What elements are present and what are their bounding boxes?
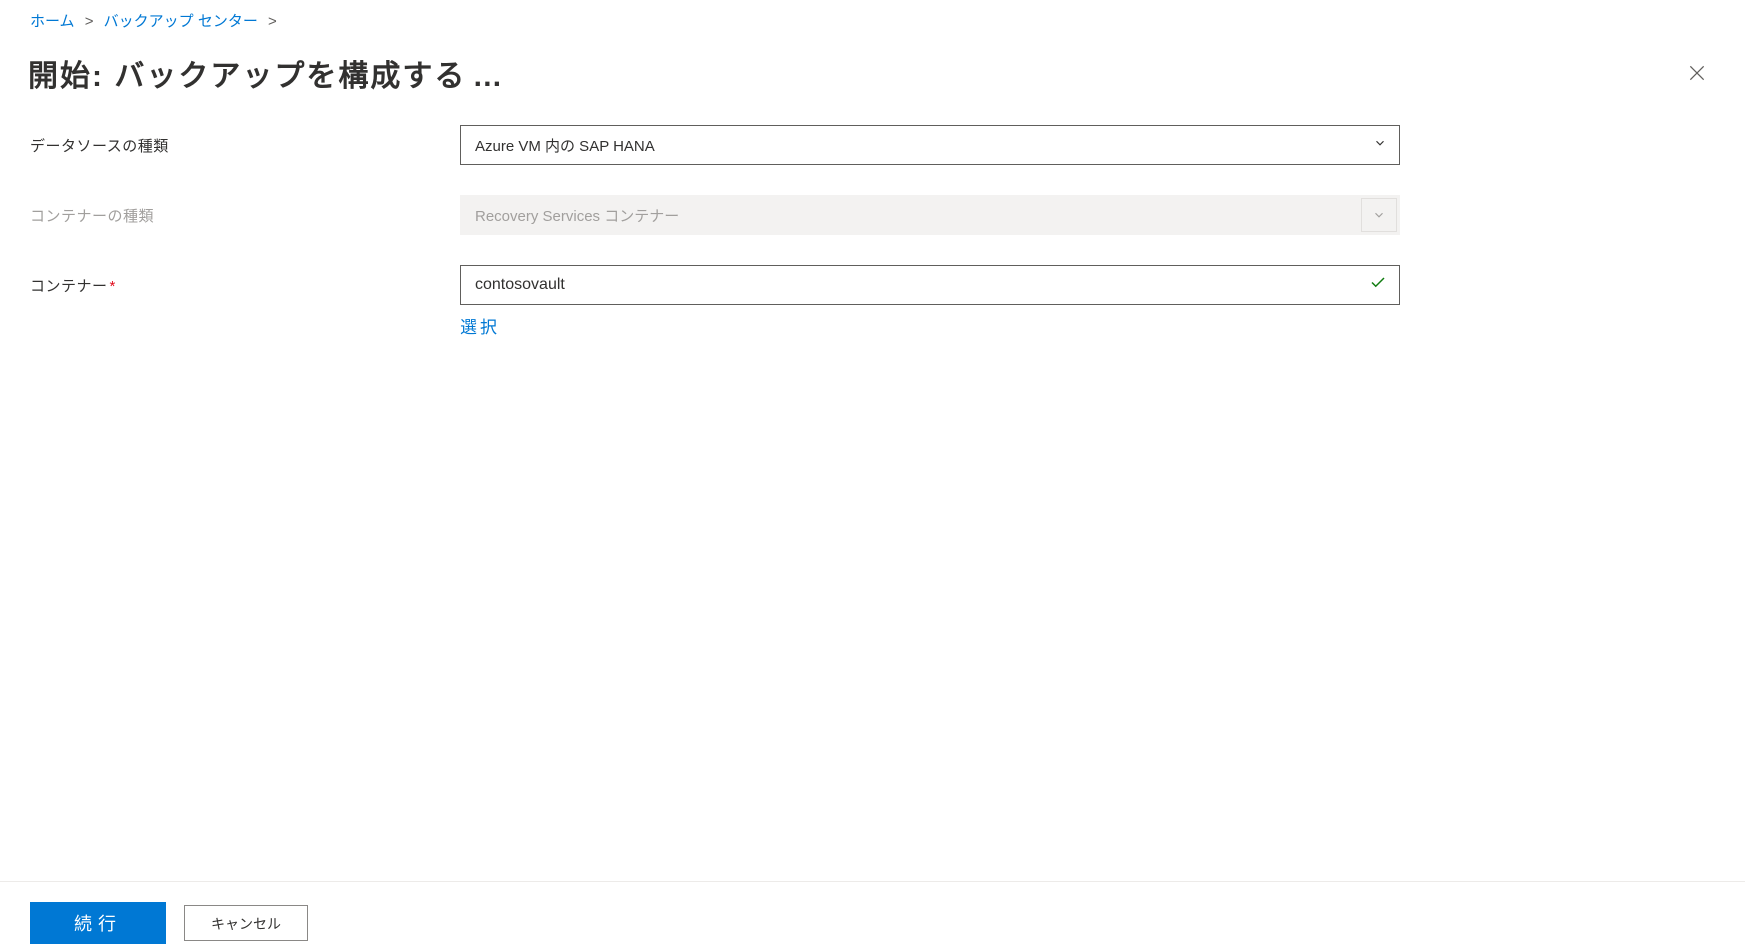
datasource-type-control: Azure VM 内の SAP HANA <box>460 125 1400 165</box>
form-row-datasource-type: データソースの種類 Azure VM 内の SAP HANA <box>30 125 1715 165</box>
close-button[interactable] <box>1679 55 1715 91</box>
breadcrumb: ホーム > バックアップ センター > <box>0 0 1745 31</box>
breadcrumb-backup-center[interactable]: バックアップ センター <box>104 13 258 30</box>
page-title: 開始: バックアップを構成する… <box>28 51 504 95</box>
container-control: contosovault 選択 <box>460 265 1400 338</box>
datasource-type-select[interactable]: Azure VM 内の SAP HANA <box>460 125 1400 165</box>
form-area: データソースの種類 Azure VM 内の SAP HANA コンテナーの種類 … <box>0 125 1745 338</box>
container-type-label: コンテナーの種類 <box>30 195 460 226</box>
container-label: コンテナー* <box>30 265 460 296</box>
close-icon <box>1687 63 1707 83</box>
container-type-control: Recovery Services コンテナー <box>460 195 1400 235</box>
chevron-down-icon <box>1373 136 1387 154</box>
container-type-select: Recovery Services コンテナー <box>460 195 1400 235</box>
chevron-down-icon <box>1361 198 1397 232</box>
required-indicator: * <box>110 278 116 295</box>
page-title-text: 開始: バックアップを構成する <box>28 60 466 93</box>
datasource-type-label: データソースの種類 <box>30 125 460 156</box>
container-value: contosovault <box>475 276 565 294</box>
container-input[interactable]: contosovault <box>460 265 1400 305</box>
form-row-container: コンテナー* contosovault 選択 <box>30 265 1715 338</box>
breadcrumb-separator: > <box>268 13 277 30</box>
container-type-value: Recovery Services コンテナー <box>475 205 679 226</box>
title-ellipsis: … <box>472 60 504 93</box>
container-label-text: コンテナー <box>30 278 108 295</box>
breadcrumb-separator: > <box>85 13 94 30</box>
cancel-button[interactable]: キャンセル <box>184 905 308 941</box>
breadcrumb-home[interactable]: ホーム <box>30 13 75 30</box>
container-select-link[interactable]: 選択 <box>460 313 1400 338</box>
datasource-type-value: Azure VM 内の SAP HANA <box>475 135 655 156</box>
form-row-container-type: コンテナーの種類 Recovery Services コンテナー <box>30 195 1715 235</box>
continue-button[interactable]: 続行 <box>30 902 166 944</box>
footer: 続行 キャンセル <box>0 881 1745 947</box>
checkmark-icon <box>1369 274 1387 297</box>
page-header: 開始: バックアップを構成する… <box>0 31 1745 125</box>
